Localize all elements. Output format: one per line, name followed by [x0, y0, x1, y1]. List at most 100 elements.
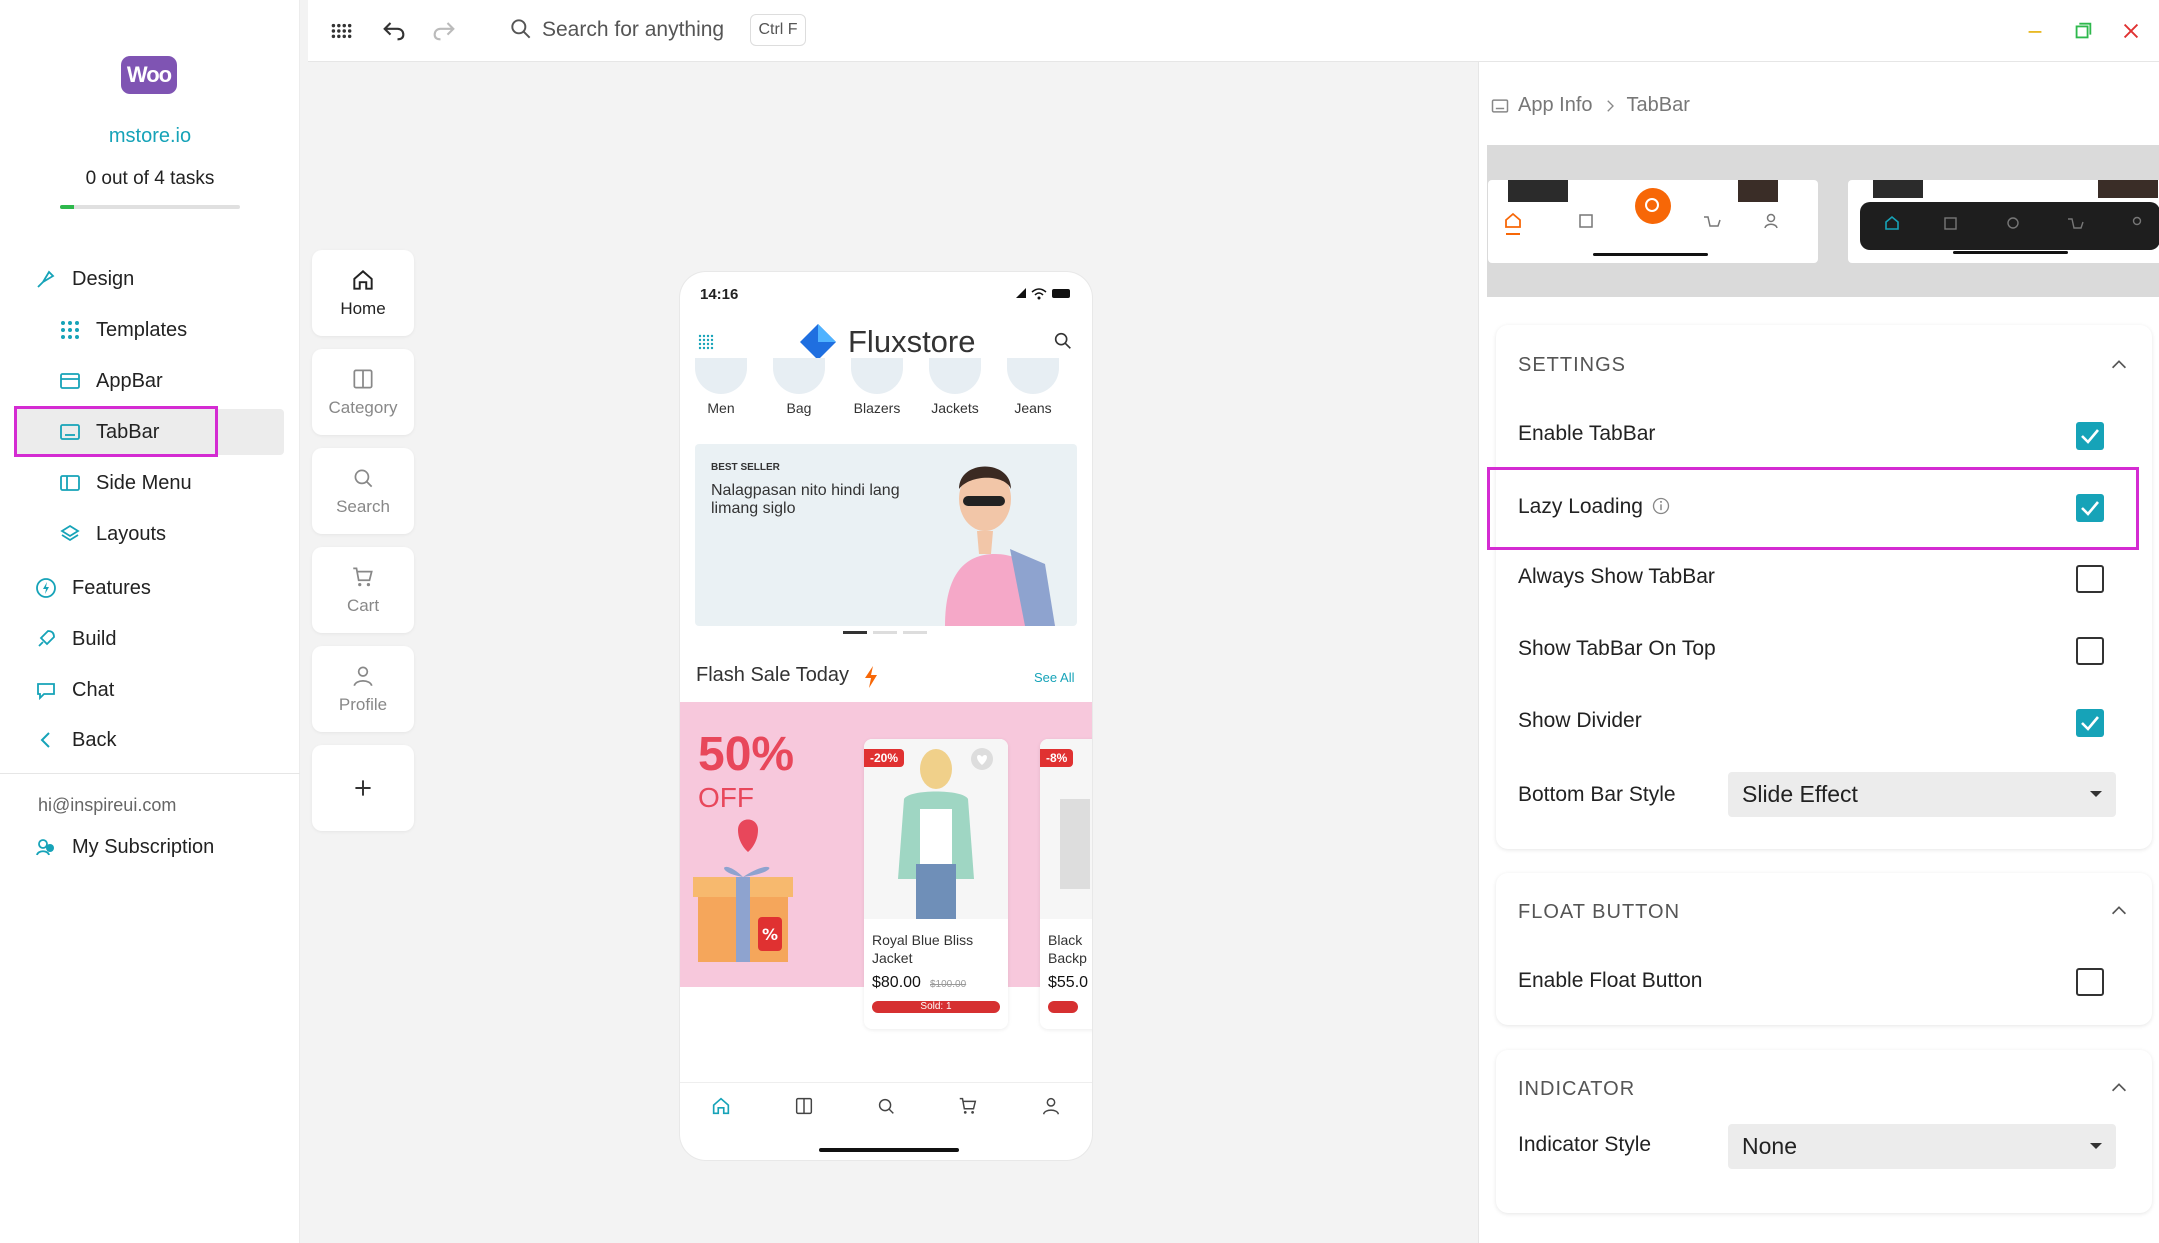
always-show-tabbar-label: Always Show TabBar [1518, 565, 1715, 588]
sidebar-item-features[interactable]: Features [34, 568, 151, 608]
profile-icon[interactable] [1040, 1095, 1062, 1117]
enable-float-button-checkbox[interactable] [2076, 968, 2104, 996]
sidebar-item-templates[interactable]: Templates [58, 310, 187, 350]
select-value: Slide Effect [1742, 781, 1858, 807]
category-item[interactable]: Jeans [1003, 400, 1063, 416]
show-divider-checkbox[interactable] [2076, 709, 2104, 737]
tasks-label: 0 out of 4 tasks [85, 168, 215, 189]
sidebar-item-label: AppBar [96, 369, 163, 392]
product-card[interactable]: -20% Royal Blue Bliss Jacket $80.00 $100… [864, 739, 1008, 1029]
cart-icon [353, 567, 373, 587]
sidebar-item-label: Templates [96, 318, 188, 341]
preview-tab-profile[interactable]: Profile [312, 646, 414, 732]
sidebar-item-label: Side Menu [96, 471, 192, 494]
product-card[interactable]: -8% Black Backp $55.0 [1040, 739, 1092, 1029]
category-image [929, 358, 981, 394]
light-tabbar-preview [1505, 180, 1778, 256]
sidebar-item-build[interactable]: Build [34, 619, 116, 659]
sale-percent: 50% [698, 728, 795, 781]
my-subscription-link[interactable]: My Subscription [34, 827, 214, 867]
search-icon[interactable] [1052, 330, 1074, 352]
minimize-icon[interactable] [2024, 20, 2046, 42]
category-image [851, 358, 903, 394]
home-icon[interactable] [710, 1095, 732, 1117]
preview-tab-label: Home [340, 299, 386, 318]
redo-icon[interactable] [430, 16, 458, 44]
show-divider-label: Show Divider [1518, 709, 1642, 732]
banner-text: Nalagpasan nito hindi lang limang siglo [711, 482, 900, 517]
undo-icon[interactable] [380, 16, 408, 44]
woo-logo: Woo [121, 56, 177, 94]
checkmark-icon [2081, 429, 2099, 444]
status-time: 14:16 [700, 286, 739, 303]
chevron-right-icon [1606, 99, 1614, 112]
category-item[interactable]: Bag [769, 400, 829, 416]
product-old-price: $100.00 [930, 979, 967, 990]
float-button-section: FLOAT BUTTON Enable Float Button [1496, 873, 2152, 1025]
search-icon[interactable] [875, 1095, 897, 1117]
sold-progress [1048, 1001, 1078, 1013]
category-item[interactable]: Jackets [925, 400, 985, 416]
sidebar-item-side-menu[interactable]: Side Menu [58, 463, 192, 503]
sidebar: Woo mstore.io 0 out of 4 tasks Design Te… [0, 0, 300, 1243]
chevron-up-icon[interactable] [2108, 900, 2130, 922]
home-icon [353, 270, 373, 290]
preview-tab-label: Category [328, 398, 398, 417]
preview-tab-home[interactable]: Home [312, 250, 414, 336]
sidebar-item-appbar[interactable]: AppBar [58, 361, 163, 401]
maximize-icon[interactable] [2072, 20, 2094, 42]
apps-grid-icon[interactable] [328, 18, 354, 44]
category-item[interactable]: Men [691, 400, 751, 416]
show-tabbar-on-top-label: Show TabBar On Top [1518, 637, 1716, 660]
show-tabbar-on-top-checkbox[interactable] [2076, 637, 2104, 665]
indicator-style-select[interactable]: None [1728, 1124, 2116, 1169]
tabbar-style-dark[interactable] [1848, 180, 2159, 263]
preview-tab-search[interactable]: Search [312, 448, 414, 534]
always-show-tabbar-checkbox[interactable] [2076, 565, 2104, 593]
phone-preview: 14:16 Fluxstore Men Bag Blazers Jackets … [680, 272, 1092, 1160]
category-item[interactable]: Blazers [847, 400, 907, 416]
chevron-up-icon[interactable] [2108, 354, 2130, 376]
brush-icon [37, 270, 55, 288]
category-icon[interactable] [793, 1095, 815, 1117]
enable-tabbar-checkbox[interactable] [2076, 422, 2104, 450]
banner-tag: BEST SELLER [711, 462, 780, 473]
bottom-bar-style-select[interactable]: Slide Effect [1728, 772, 2116, 817]
banner-model-image [945, 466, 1055, 626]
tabbar-style-light[interactable] [1488, 180, 1818, 263]
subscription-icon [36, 839, 54, 856]
search-input[interactable]: Search for anything [542, 18, 724, 42]
breadcrumb-item[interactable]: App Info [1518, 94, 1593, 117]
sidebar-item-layouts[interactable]: Layouts [58, 514, 166, 554]
rocket-icon [38, 630, 55, 647]
chevron-up-icon[interactable] [2108, 1077, 2130, 1099]
hero-banner[interactable]: BEST SELLER Nalagpasan nito hindi lang l… [695, 444, 1077, 626]
store-name[interactable]: mstore.io [0, 125, 300, 148]
preview-tab-label: Cart [346, 596, 380, 615]
sidebar-item-design[interactable]: Design [34, 259, 134, 299]
bolt-icon [36, 578, 56, 598]
checkmark-icon [2081, 716, 2099, 731]
see-all-link[interactable]: See All [1034, 670, 1074, 685]
enable-float-button-label: Enable Float Button [1518, 969, 1703, 992]
chevron-left-icon [40, 732, 50, 748]
top-bar: Search for anything Ctrl F [308, 0, 2159, 62]
add-tab-button[interactable] [312, 745, 414, 831]
dark-tabbar-preview [1860, 180, 2159, 254]
sidebar-item-chat[interactable]: Chat [34, 670, 114, 710]
preview-tab-category[interactable]: Category [312, 349, 414, 435]
heart-icon[interactable] [970, 747, 994, 771]
app-title: Fluxstore [848, 324, 976, 359]
close-icon[interactable] [2120, 20, 2142, 42]
discount-badge: -20% [864, 749, 905, 767]
preview-tab-cart[interactable]: Cart [312, 547, 414, 633]
sidebar-item-label: Layouts [96, 522, 167, 545]
search-icon[interactable] [508, 16, 534, 42]
menu-grid-icon[interactable] [698, 334, 714, 350]
indicator-section: INDICATOR Indicator Style None [1496, 1050, 2152, 1213]
sidebar-divider [0, 773, 300, 774]
sidebar-item-back[interactable]: Back [34, 720, 116, 760]
breadcrumb: App Info TabBar [1490, 94, 1690, 117]
product-price: $80.00 [872, 974, 921, 991]
cart-icon[interactable] [957, 1095, 979, 1117]
